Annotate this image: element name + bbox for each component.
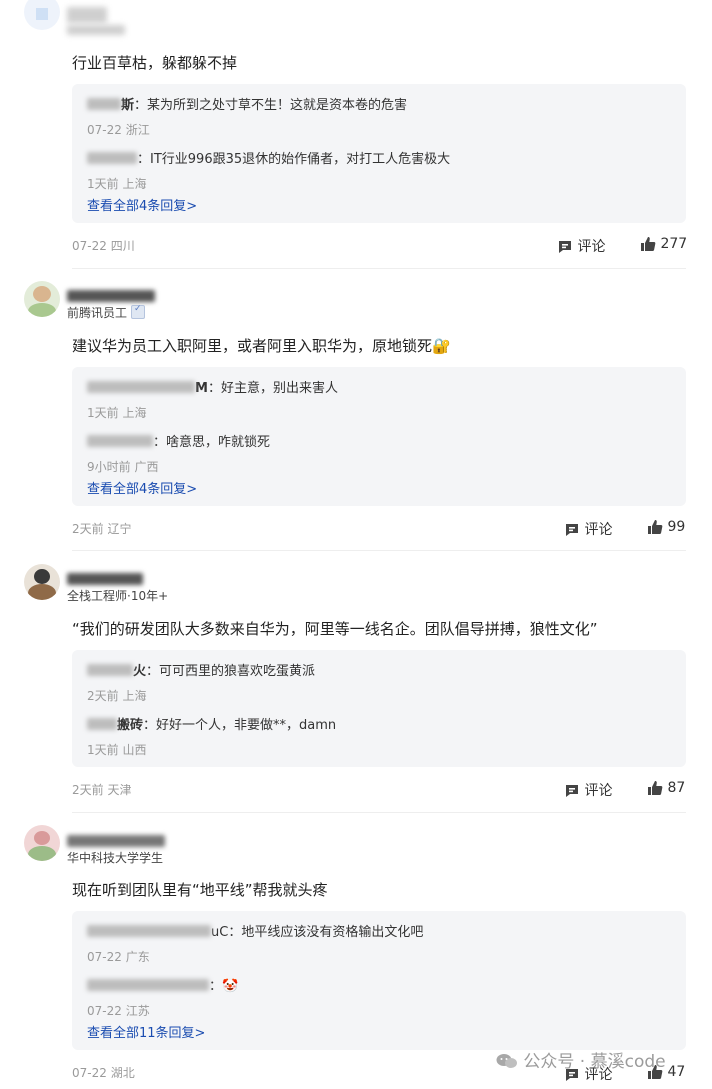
author-name[interactable] — [67, 4, 107, 23]
reply-author-name[interactable] — [87, 664, 133, 676]
reply-text: ：IT行业996跟35退休的始作俑者，对打工人危害极大 — [137, 152, 451, 167]
like-count: 277 — [660, 236, 688, 252]
reply-item[interactable]: ：IT行业996跟35退休的始作俑者，对打工人危害极大 — [87, 148, 450, 167]
view-all-replies-link[interactable]: 查看全部11条回复> — [87, 1022, 205, 1041]
comment-text: “我们的研发团队大多数来自华为，阿里等一线名企。团队倡导拼搏，狼性文化” — [72, 620, 598, 638]
reply-meta: 1天前 山西 — [87, 743, 147, 757]
reply-meta: 1天前 上海 — [87, 177, 147, 191]
view-all-replies-link[interactable]: 查看全部4条回复> — [87, 478, 197, 497]
reply-item[interactable]: ：啥意思，咋就锁死 — [87, 431, 270, 450]
author-title: 华中科技大学学生 — [67, 851, 164, 865]
avatar[interactable] — [24, 564, 60, 600]
reply-author-name[interactable] — [87, 381, 195, 393]
comment-text: 行业百草枯，躲都躲不掉 — [72, 54, 238, 72]
author-title: 前腾讯员工 — [67, 304, 146, 321]
reply-meta: 07-22 浙江 — [87, 123, 150, 137]
divider — [72, 550, 686, 551]
author-name[interactable] — [67, 830, 165, 848]
reply-text: ：好主意，别出来害人 — [207, 381, 338, 396]
reply-item[interactable]: 火：可可西里的狼喜欢吃蛋黄派 — [87, 660, 315, 679]
avatar[interactable] — [24, 281, 60, 317]
reply-box: 斯：某为所到之处寸草不生！这就是资本卷的危害 07-22 浙江 ：IT行业996… — [72, 84, 686, 223]
comment-icon — [566, 524, 578, 536]
avatar[interactable] — [24, 0, 60, 30]
like-count: 47 — [667, 1064, 686, 1080]
comment-button[interactable]: 评论 — [564, 780, 612, 800]
comment-button[interactable]: 评论 — [557, 236, 605, 256]
reply-item[interactable]: uC：地平线应该没有资格输出文化吧 — [87, 921, 423, 940]
reply-item[interactable]: 斯：某为所到之处寸草不生！这就是资本卷的危害 — [87, 94, 407, 113]
reply-text: ：可可西里的狼喜欢吃蛋黄派 — [146, 664, 316, 679]
comment-text: 建议华为员工入职阿里，或者阿里入职华为，原地锁死🔐 — [72, 337, 451, 355]
author-title: 全栈工程师·10年+ — [67, 589, 169, 603]
watermark: 公众号 · 慕溪code — [496, 1047, 666, 1072]
reply-item[interactable]: ：🤡 — [87, 975, 238, 994]
avatar-image — [33, 286, 51, 302]
author-name[interactable] — [67, 285, 155, 303]
thumbs-up-icon — [648, 520, 663, 534]
reply-author-name[interactable] — [87, 152, 137, 164]
like-count: 87 — [667, 780, 686, 796]
reply-author-name[interactable] — [87, 925, 211, 937]
reply-text: ：某为所到之处寸草不生！这就是资本卷的危害 — [134, 98, 408, 113]
divider — [72, 812, 686, 813]
comment-meta: 2天前 天津 — [72, 783, 132, 797]
author-title — [67, 22, 125, 36]
reply-box: uC：地平线应该没有资格输出文化吧 07-22 广东 ：🤡 07-22 江苏 查… — [72, 911, 686, 1050]
reply-text: ：🤡 — [209, 979, 239, 994]
wechat-icon — [496, 1054, 517, 1068]
avatar-image — [34, 569, 50, 584]
view-all-replies-link[interactable]: 查看全部4条回复> — [87, 195, 197, 214]
reply-box: 火：可可西里的狼喜欢吃蛋黄派 2天前 上海 搬砖：好好一个人，非要做**，dam… — [72, 650, 686, 767]
thumbs-up-icon — [648, 781, 663, 795]
thumbs-up-icon — [641, 237, 656, 251]
comment-meta: 07-22 湖北 — [72, 1066, 135, 1080]
reply-meta: 2天前 上海 — [87, 689, 147, 703]
like-button[interactable]: 99 — [647, 519, 685, 535]
comment-icon — [566, 785, 578, 797]
reply-meta: 07-22 江苏 — [87, 1004, 150, 1018]
avatar-image — [34, 831, 50, 845]
comment-button[interactable]: 评论 — [564, 519, 612, 539]
reply-text: ：地平线应该没有资格输出文化吧 — [228, 925, 424, 940]
comment-meta: 07-22 四川 — [72, 239, 135, 253]
reply-item[interactable]: 搬砖：好好一个人，非要做**，damn — [87, 714, 336, 733]
reply-item[interactable]: M：好主意，别出来害人 — [87, 377, 338, 396]
like-count: 99 — [667, 519, 686, 535]
comment-text: 现在听到团队里有“地平线”帮我就头疼 — [72, 881, 328, 899]
author-name[interactable] — [67, 568, 143, 586]
reply-meta: 07-22 广东 — [87, 950, 150, 964]
reply-box: M：好主意，别出来害人 1天前 上海 ：啥意思，咋就锁死 9小时前 广西 查看全… — [72, 367, 686, 506]
divider — [72, 268, 686, 269]
comment-icon — [559, 241, 571, 253]
reply-text: ：啥意思，咋就锁死 — [153, 435, 271, 450]
avatar-image — [36, 8, 48, 20]
reply-author-name[interactable] — [87, 979, 209, 991]
reply-author-name[interactable] — [87, 435, 153, 447]
verified-badge-icon — [131, 304, 146, 319]
comment-meta: 2天前 辽宁 — [72, 522, 132, 536]
reply-meta: 1天前 上海 — [87, 406, 147, 420]
avatar[interactable] — [24, 825, 60, 861]
reply-meta: 9小时前 广西 — [87, 460, 159, 474]
reply-author-name[interactable] — [87, 718, 117, 730]
reply-author-name[interactable] — [87, 98, 121, 110]
like-button[interactable]: 87 — [647, 780, 685, 796]
like-button[interactable]: 277 — [640, 236, 687, 252]
reply-text: ：好好一个人，非要做**，damn — [143, 718, 337, 733]
